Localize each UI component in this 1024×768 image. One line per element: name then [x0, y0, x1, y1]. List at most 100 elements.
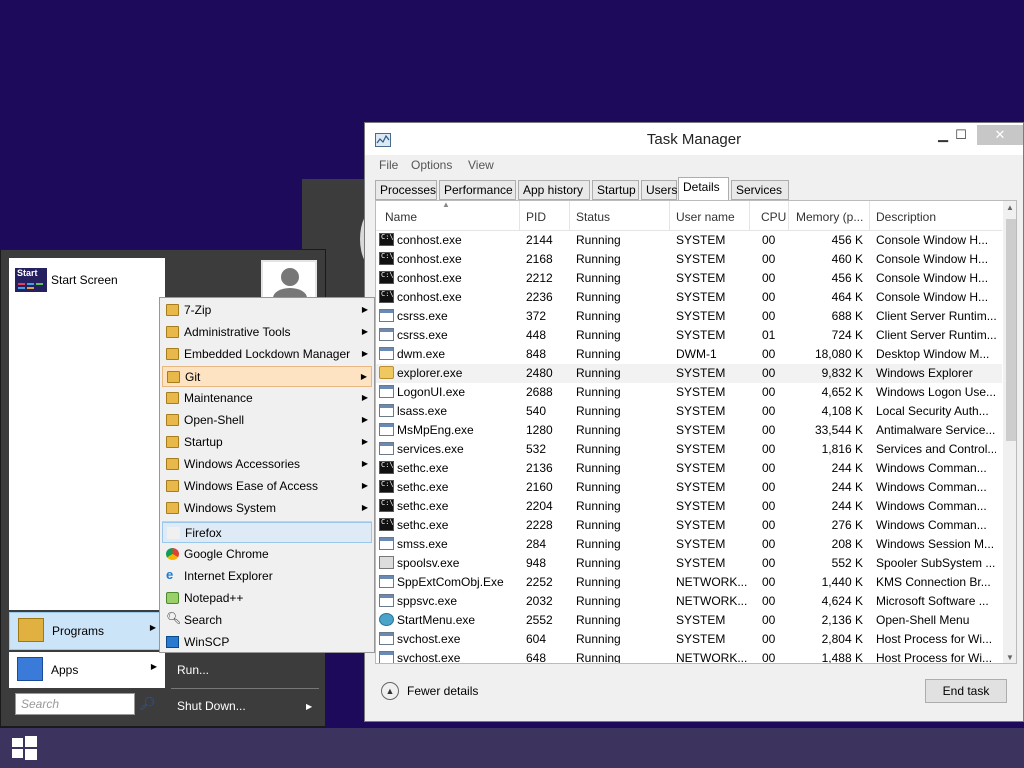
table-row[interactable]: services.exe 532 Running SYSTEM 00 1,816 K Ser… — [376, 440, 1002, 459]
tab-processes[interactable]: Processes — [375, 180, 437, 200]
submenu-program[interactable]: Google Chrome — [162, 544, 372, 565]
cell-user: SYSTEM — [676, 328, 726, 342]
table-row[interactable]: lsass.exe 540 Running SYSTEM 00 4,108 K Local … — [376, 402, 1002, 421]
table-row[interactable]: conhost.exe 2144 Running SYSTEM 00 456 K Conso… — [376, 231, 1002, 250]
submenu-folder[interactable]: Windows Ease of Access ▶ — [162, 476, 372, 497]
column-cpu[interactable]: CPU — [761, 210, 786, 224]
windows-logo-icon[interactable] — [10, 736, 38, 760]
submenu-folder[interactable]: Windows System ▶ — [162, 498, 372, 519]
apps-item[interactable]: Apps ▶ — [9, 652, 165, 688]
table-row[interactable]: csrss.exe 372 Running SYSTEM 00 688 K Client S… — [376, 307, 1002, 326]
close-button[interactable]: ✕ — [977, 125, 1023, 145]
table-row[interactable]: sethc.exe 2160 Running SYSTEM 00 244 K Windows… — [376, 478, 1002, 497]
tab-app-history[interactable]: App history — [518, 180, 590, 200]
table-row[interactable]: conhost.exe 2168 Running SYSTEM 00 460 K Conso… — [376, 250, 1002, 269]
chevron-up-icon[interactable]: ▲ — [381, 682, 399, 700]
column-divider[interactable] — [519, 201, 520, 231]
run-item[interactable]: Run... — [177, 663, 209, 677]
cell-status: Running — [576, 480, 621, 494]
column-user-name[interactable]: User name — [676, 210, 735, 224]
apps-label: Apps — [51, 663, 79, 677]
submenu-program[interactable]: WinSCP — [162, 632, 372, 653]
submenu-folder[interactable]: Embedded Lockdown Manager ▶ — [162, 344, 372, 365]
column-divider[interactable] — [749, 201, 750, 231]
tab-details[interactable]: Details — [678, 177, 729, 201]
chevron-right-icon: ▶ — [150, 662, 157, 671]
table-row[interactable]: dwm.exe 848 Running DWM-1 00 18,080 K Desktop … — [376, 345, 1002, 364]
table-row[interactable]: spoolsv.exe 948 Running SYSTEM 00 552 K Spoole… — [376, 554, 1002, 573]
submenu-program[interactable]: Firefox — [162, 522, 372, 543]
submenu-folder[interactable]: Open-Shell ▶ — [162, 410, 372, 431]
column-divider[interactable] — [788, 201, 789, 231]
tab-services[interactable]: Services — [731, 180, 789, 200]
maximize-button[interactable]: ☐ — [947, 125, 975, 145]
cell-cpu: 00 — [762, 385, 776, 399]
search-icon[interactable]: 🔎︎ — [139, 696, 156, 712]
chevron-right-icon[interactable]: ▶ — [306, 702, 312, 711]
column-pid[interactable]: PID — [526, 210, 546, 224]
submenu-program[interactable]: e Internet Explorer — [162, 566, 372, 587]
user-avatar[interactable] — [261, 260, 317, 300]
scroll-up-icon[interactable]: ▲ — [1006, 203, 1014, 212]
table-row[interactable]: sppsvc.exe 2032 Running NETWORK... 00 4,624 K… — [376, 592, 1002, 611]
cell-user: SYSTEM — [676, 537, 726, 551]
table-row[interactable]: explorer.exe 2480 Running SYSTEM 00 9,832 K Wi… — [376, 364, 1002, 383]
column-description[interactable]: Description — [876, 210, 936, 224]
table-row[interactable]: sethc.exe 2136 Running SYSTEM 00 244 K Windows… — [376, 459, 1002, 478]
table-row[interactable]: sethc.exe 2228 Running SYSTEM 00 276 K Windows… — [376, 516, 1002, 535]
submenu-folder[interactable]: 7-Zip ▶ — [162, 300, 372, 321]
submenu-folder[interactable]: Startup ▶ — [162, 432, 372, 453]
cell-mem: 9,832 K — [821, 366, 863, 380]
cell-user: SYSTEM — [676, 290, 726, 304]
column-name[interactable]: Name — [385, 210, 417, 224]
table-row[interactable]: SppExtComObj.Exe 2252 Running NETWORK... 00 1… — [376, 573, 1002, 592]
tab-performance[interactable]: Performance — [439, 180, 516, 200]
column-status[interactable]: Status — [576, 210, 610, 224]
vertical-scrollbar[interactable]: ▲ ▼ — [1003, 201, 1016, 663]
table-row[interactable]: conhost.exe 2212 Running SYSTEM 00 456 K Conso… — [376, 269, 1002, 288]
cell-pid: 648 — [526, 651, 547, 664]
cell-cpu: 00 — [762, 651, 776, 664]
window-title: Task Manager — [646, 131, 742, 148]
cell-desc: Open-Shell Menu — [876, 613, 970, 627]
menu-view[interactable]: View — [468, 158, 494, 172]
column-memory[interactable]: Memory (p... — [796, 210, 863, 224]
table-row[interactable]: svchost.exe 604 Running SYSTEM 00 2,804 K Host… — [376, 630, 1002, 649]
cell-status: Running — [576, 423, 621, 437]
column-divider[interactable] — [669, 201, 670, 231]
submenu-program[interactable]: Notepad++ — [162, 588, 372, 609]
tab-startup[interactable]: Startup — [592, 180, 639, 200]
scroll-down-icon[interactable]: ▼ — [1006, 653, 1014, 662]
title-bar[interactable]: Task Manager ▁ ☐ ✕ — [365, 123, 1023, 155]
column-divider[interactable] — [869, 201, 870, 231]
fewer-details-link[interactable]: Fewer details — [407, 684, 478, 698]
table-row[interactable]: StartMenu.exe 2552 Running SYSTEM 00 2,136 K O… — [376, 611, 1002, 630]
tab-users[interactable]: Users — [641, 180, 677, 200]
table-row[interactable]: svchost.exe 648 Running NETWORK... 00 1,488 K… — [376, 649, 1002, 664]
end-task-button[interactable]: End task — [925, 679, 1007, 703]
scrollbar-thumb[interactable] — [1006, 219, 1016, 441]
submenu-program[interactable]: 🔍︎ Search — [162, 610, 372, 631]
table-row[interactable]: LogonUI.exe 2688 Running SYSTEM 00 4,652 K Win… — [376, 383, 1002, 402]
shut-down-item[interactable]: Shut Down... — [177, 699, 246, 713]
cell-mem: 4,108 K — [821, 404, 863, 418]
table-row[interactable]: csrss.exe 448 Running SYSTEM 01 724 K Client S… — [376, 326, 1002, 345]
table-row[interactable]: sethc.exe 2204 Running SYSTEM 00 244 K Windows… — [376, 497, 1002, 516]
submenu-folder[interactable]: Windows Accessories ▶ — [162, 454, 372, 475]
cell-name: MsMpEng.exe — [397, 423, 474, 437]
cell-status: Running — [576, 290, 621, 304]
cell-name: SppExtComObj.Exe — [397, 575, 504, 589]
submenu-folder[interactable]: Maintenance ▶ — [162, 388, 372, 409]
submenu-folder[interactable]: Git ▶ — [162, 366, 372, 387]
search-input[interactable]: Search — [15, 693, 135, 715]
programs-item[interactable]: Programs ▶ — [9, 612, 165, 650]
menu-options[interactable]: Options — [411, 158, 452, 172]
cell-name: sethc.exe — [397, 518, 449, 532]
app-process-icon — [379, 328, 394, 341]
column-divider[interactable] — [569, 201, 570, 231]
table-row[interactable]: smss.exe 284 Running SYSTEM 00 208 K Windows S… — [376, 535, 1002, 554]
menu-file[interactable]: File — [379, 158, 398, 172]
table-row[interactable]: conhost.exe 2236 Running SYSTEM 00 464 K Conso… — [376, 288, 1002, 307]
table-row[interactable]: MsMpEng.exe 1280 Running SYSTEM 00 33,544 K An… — [376, 421, 1002, 440]
submenu-folder[interactable]: Administrative Tools ▶ — [162, 322, 372, 343]
